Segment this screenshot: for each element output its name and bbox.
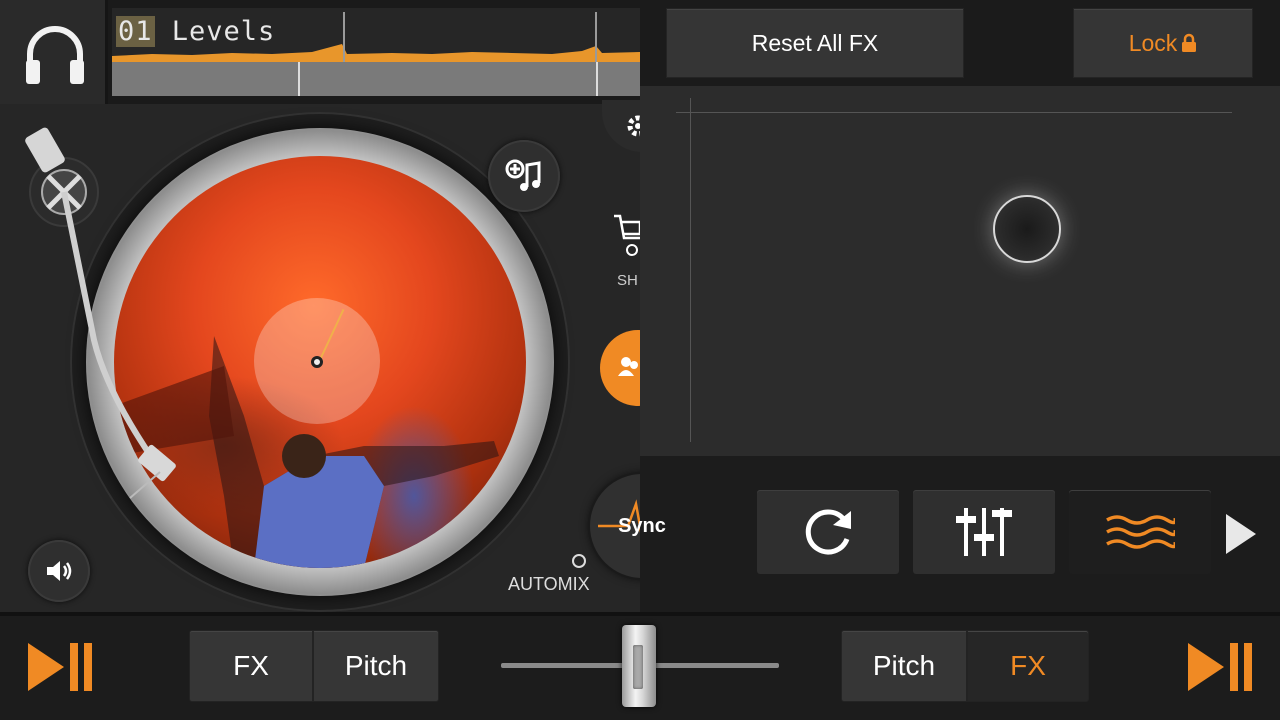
tonearm[interactable] <box>20 120 220 520</box>
loop-tool-button[interactable] <box>757 490 899 574</box>
shop-label: SH <box>617 272 638 289</box>
next-arrow-icon[interactable] <box>1224 512 1258 556</box>
loop-icon <box>805 509 851 555</box>
xy-pad-y-axis <box>690 98 691 442</box>
people-icon <box>618 357 638 376</box>
headphone-cue-button[interactable] <box>0 0 108 104</box>
equalizer-icon <box>956 508 1012 556</box>
left-fx-button[interactable]: FX <box>189 630 313 702</box>
track-waveform[interactable]: 01 Levels <box>112 8 640 96</box>
add-music-icon <box>505 159 541 191</box>
automix-indicator[interactable] <box>572 554 586 568</box>
play-pause-icon[interactable] <box>1188 643 1254 691</box>
track-name: Levels <box>154 16 276 47</box>
play-pause-icon[interactable] <box>28 643 94 691</box>
fx-xy-pad[interactable] <box>640 86 1280 456</box>
right-fx-label: FX <box>1010 650 1046 681</box>
headphones-icon <box>26 26 84 84</box>
volume-icon <box>47 561 72 581</box>
lock-button[interactable]: Lock <box>1073 8 1253 78</box>
shop-cart-icon[interactable] <box>612 212 640 258</box>
left-pitch-label: Pitch <box>344 650 408 681</box>
lock-icon <box>1182 33 1197 52</box>
waveform-zoom <box>112 62 640 96</box>
xy-pad-x-axis <box>676 112 1232 113</box>
xy-pad-cursor[interactable] <box>993 195 1061 263</box>
lock-label: Lock <box>1128 29 1178 56</box>
right-pitch-label: Pitch <box>872 650 936 681</box>
right-pitch-button[interactable]: Pitch <box>841 630 967 702</box>
track-title: 01 Levels <box>116 16 275 47</box>
wave-fx-tool-button[interactable] <box>1069 490 1211 574</box>
volume-button[interactable] <box>28 540 90 602</box>
reset-all-fx-label: Reset All FX <box>751 29 879 56</box>
wave-fx-icon <box>1106 515 1175 549</box>
add-track-button[interactable] <box>488 140 560 212</box>
sync-label: Sync <box>618 514 666 537</box>
record-spindle <box>311 356 323 368</box>
left-pitch-button[interactable]: Pitch <box>313 630 439 702</box>
waveform-marker <box>596 62 598 96</box>
automix-label[interactable]: AUTOMIX <box>508 574 590 595</box>
equalizer-tool-button[interactable] <box>913 490 1055 574</box>
reset-all-fx-button[interactable]: Reset All FX <box>666 8 964 78</box>
crossfader-grip <box>633 645 643 689</box>
track-number: 01 <box>116 16 155 47</box>
waveform-marker <box>298 62 300 96</box>
left-fx-label: FX <box>233 650 269 681</box>
right-fx-button[interactable]: FX <box>967 630 1089 702</box>
